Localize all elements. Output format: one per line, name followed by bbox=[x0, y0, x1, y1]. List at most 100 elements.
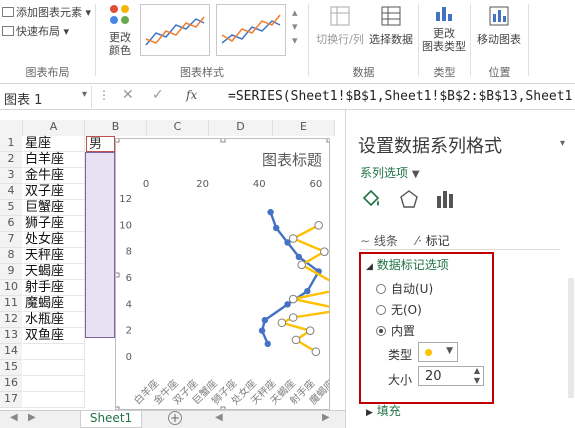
series-point[interactable] bbox=[295, 253, 303, 261]
series-point[interactable] bbox=[267, 208, 274, 216]
marker-size-input[interactable]: 20 bbox=[425, 369, 442, 384]
row-header[interactable]: 7 bbox=[0, 232, 22, 248]
selected-series-point[interactable] bbox=[311, 347, 321, 357]
row-header[interactable]: 13 bbox=[0, 328, 22, 344]
cell-a[interactable]: 处女座 bbox=[23, 232, 85, 248]
row-header[interactable]: 12 bbox=[0, 312, 22, 328]
series-point[interactable] bbox=[304, 287, 311, 295]
column-header-d[interactable]: D bbox=[209, 120, 273, 136]
row-header[interactable]: 5 bbox=[0, 200, 22, 216]
move-chart-button[interactable]: 移动图表 bbox=[474, 4, 524, 47]
formula-input[interactable]: =SERIES(Sheet1!$B$1,Sheet1!$B$2:$B$13,Sh… bbox=[228, 89, 575, 104]
row-header[interactable]: 9 bbox=[0, 264, 22, 280]
tab-marker[interactable]: ⁄· 标记 bbox=[416, 232, 450, 249]
marker-size-stepper[interactable]: 20 ▲ ▼ bbox=[418, 366, 484, 386]
row-header[interactable]: 16 bbox=[0, 376, 22, 392]
chart-title[interactable]: 图表标题 bbox=[262, 152, 322, 169]
change-chart-type-button[interactable]: 更改 图表类型 bbox=[420, 2, 468, 53]
marker-type-dropdown[interactable]: ▼ bbox=[418, 342, 458, 362]
tab-nav-next-icon[interactable]: ▶ bbox=[28, 412, 36, 423]
series-options-dropdown[interactable]: 系列选项 ▼ bbox=[360, 164, 420, 181]
add-chart-element-button[interactable]: 添加图表元素 ▾ bbox=[2, 4, 91, 20]
selected-series-point[interactable] bbox=[297, 260, 306, 270]
selected-series-point[interactable] bbox=[288, 294, 298, 304]
stepper-up-icon[interactable]: ▲ bbox=[474, 366, 480, 375]
series-point[interactable] bbox=[273, 224, 280, 232]
radio-none[interactable]: 无(O) bbox=[376, 301, 422, 318]
radio-none-circle[interactable] bbox=[376, 305, 386, 315]
radio-builtin-circle[interactable] bbox=[376, 326, 386, 336]
series-point[interactable] bbox=[258, 327, 266, 334]
stepper-down-icon[interactable]: ▼ bbox=[474, 376, 480, 385]
cell-b1[interactable]: 男性 bbox=[86, 136, 115, 152]
cancel-icon[interactable]: ✕ bbox=[122, 87, 134, 103]
selected-series-point[interactable] bbox=[314, 221, 323, 230]
tab-line[interactable]: ∼ 线条 bbox=[360, 232, 398, 249]
cell-a[interactable]: 双鱼座 bbox=[23, 328, 85, 344]
pane-options-chevron-icon[interactable]: ▾ bbox=[560, 138, 565, 149]
quick-layout-button[interactable]: 快速布局 ▾ bbox=[2, 23, 69, 39]
cell-a[interactable]: 金牛座 bbox=[23, 168, 85, 184]
insert-function-icon[interactable]: fx bbox=[186, 88, 197, 102]
column-header-c[interactable]: C bbox=[147, 120, 209, 136]
name-box[interactable]: 图表 1 ▾ bbox=[0, 86, 92, 108]
selected-series-point[interactable] bbox=[288, 313, 298, 322]
cell-a[interactable]: 双子座 bbox=[23, 184, 85, 200]
cell-a[interactable]: 星座 bbox=[23, 136, 85, 152]
cell-a[interactable]: 水瓶座 bbox=[23, 312, 85, 328]
effects-tab-icon[interactable] bbox=[398, 188, 420, 210]
cell-a[interactable] bbox=[23, 392, 85, 408]
cell-a[interactable]: 白羊座 bbox=[23, 152, 85, 168]
select-data-button[interactable]: 选择数据 bbox=[368, 4, 414, 47]
select-all-corner[interactable] bbox=[0, 120, 23, 136]
series-point[interactable] bbox=[261, 316, 269, 324]
series-point[interactable] bbox=[264, 340, 271, 348]
chart-resize-handle[interactable] bbox=[220, 139, 226, 143]
tab-nav-prev-icon[interactable]: ◀ bbox=[10, 412, 18, 423]
selected-series-point[interactable] bbox=[288, 234, 298, 243]
pane-scrollbar[interactable] bbox=[568, 278, 574, 398]
column-header-e[interactable]: E bbox=[273, 120, 335, 136]
selected-series-point[interactable] bbox=[277, 318, 287, 328]
cell-a[interactable]: 狮子座 bbox=[23, 216, 85, 232]
series-point[interactable] bbox=[284, 301, 291, 308]
sheet-scroll-right-icon[interactable]: ▶ bbox=[322, 412, 330, 423]
chart-resize-handle[interactable] bbox=[326, 139, 330, 143]
row-header[interactable]: 2 bbox=[0, 152, 22, 168]
row-header[interactable]: 1 bbox=[0, 136, 22, 152]
cell-a[interactable]: 射手座 bbox=[23, 280, 85, 296]
chart-resize-handle[interactable] bbox=[116, 139, 120, 143]
radio-builtin[interactable]: 内置 bbox=[376, 322, 415, 339]
column-header-a[interactable]: A bbox=[23, 120, 85, 136]
switch-row-column-button[interactable]: 切换行/列 bbox=[314, 4, 366, 47]
chart-resize-handle[interactable] bbox=[116, 272, 120, 278]
row-header[interactable]: 6 bbox=[0, 216, 22, 232]
column-header-b[interactable]: B bbox=[85, 120, 147, 136]
change-colors-button[interactable]: 更改 颜色 bbox=[104, 2, 136, 57]
cell-a[interactable] bbox=[23, 360, 85, 376]
cell-a[interactable] bbox=[23, 344, 85, 360]
cell-a[interactable]: 魔蝎座 bbox=[23, 296, 85, 312]
selected-series-point[interactable] bbox=[320, 247, 329, 256]
cell-a[interactable] bbox=[23, 376, 85, 392]
sheet-scroll-left-icon[interactable]: ◀ bbox=[215, 412, 223, 423]
more-options-icon[interactable]: ⋮ bbox=[98, 88, 110, 102]
row-header[interactable]: 17 bbox=[0, 392, 22, 408]
series-options-tab-icon[interactable] bbox=[434, 188, 456, 210]
cell-a[interactable]: 天秤座 bbox=[23, 248, 85, 264]
row-header[interactable]: 14 bbox=[0, 344, 22, 360]
cell-a[interactable]: 天蝎座 bbox=[23, 264, 85, 280]
radio-auto-circle[interactable] bbox=[376, 284, 386, 294]
chart-area[interactable]: 图表标题 0 20 40 60 12 10 8 6 4 2 0 白羊座 金牛座 双子座 巨蟹座 狮子座 处女座 天秤… bbox=[115, 138, 330, 410]
row-header[interactable]: 4 bbox=[0, 184, 22, 200]
section-fill[interactable]: ▶ 填充 bbox=[366, 402, 401, 419]
radio-auto[interactable]: 自动(U) bbox=[376, 280, 433, 297]
chart-style-thumb-1[interactable] bbox=[140, 4, 210, 56]
selected-series-point[interactable] bbox=[291, 335, 301, 345]
chevron-down-icon[interactable]: ▾ bbox=[82, 89, 87, 100]
row-header[interactable]: 3 bbox=[0, 168, 22, 184]
tab-sheet1[interactable]: Sheet1 bbox=[80, 411, 142, 428]
add-sheet-icon[interactable]: + bbox=[168, 411, 182, 425]
row-header[interactable]: 8 bbox=[0, 248, 22, 264]
row-header[interactable]: 15 bbox=[0, 360, 22, 376]
